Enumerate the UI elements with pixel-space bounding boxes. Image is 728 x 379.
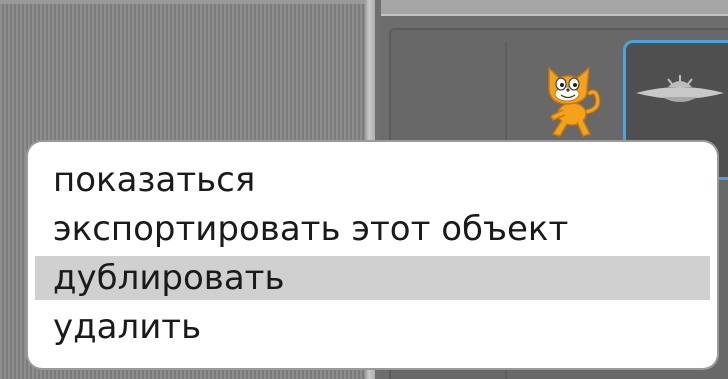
menu-item-delete[interactable]: удалить (35, 305, 710, 349)
menu-item-export-sprite[interactable]: экспортировать этот объект (35, 207, 710, 251)
sprite-context-menu: показаться экспортировать этот объект ду… (28, 142, 717, 368)
menu-item-show[interactable]: показаться (35, 158, 710, 202)
stage-top-edge (0, 0, 365, 4)
scratch-cat-sprite-icon[interactable] (527, 60, 609, 142)
scratch-editor: показаться экспортировать этот объект ду… (0, 0, 728, 379)
sprite-pane-header (381, 0, 728, 16)
menu-item-duplicate[interactable]: дублировать (35, 256, 710, 300)
